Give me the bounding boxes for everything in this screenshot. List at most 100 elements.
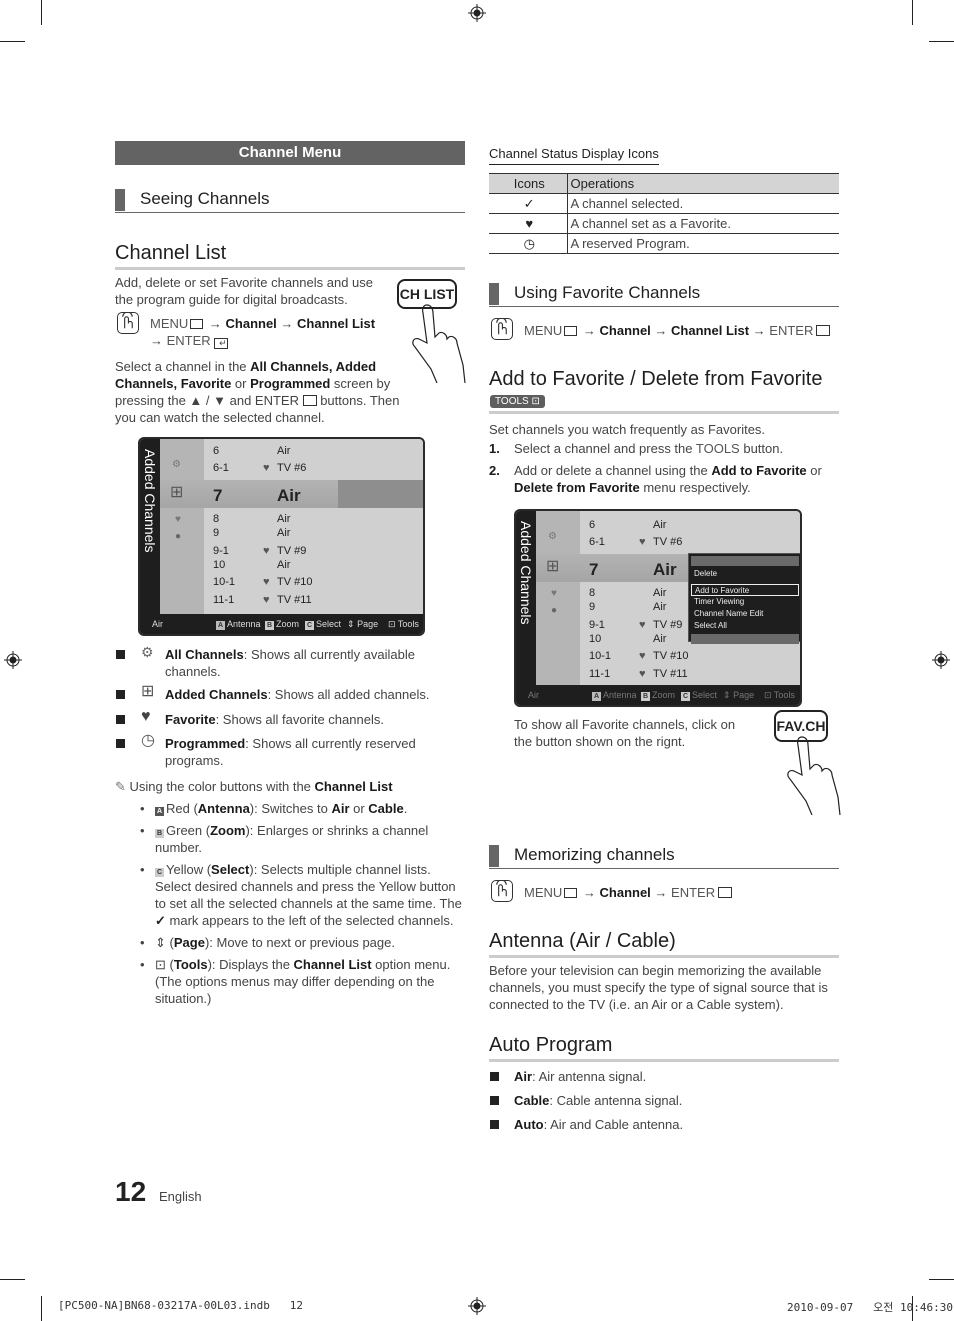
- tools-popup-menu: Delete Add to Favorite Timer Viewing Channe…: [688, 553, 800, 644]
- channel-number: 8: [589, 587, 596, 599]
- all-channels-icon: ⚙: [141, 644, 154, 660]
- menu-grid-icon: [564, 888, 578, 898]
- heading-text: Seeing Channels: [140, 189, 270, 208]
- source-label: Air: [152, 619, 163, 629]
- popup-menu-item[interactable]: Delete: [691, 568, 799, 580]
- channel-name: TV #9: [277, 545, 307, 557]
- page-arrows-icon: ⇕: [155, 935, 166, 950]
- added-channels-icon: ⊞: [141, 683, 155, 700]
- channel-name: TV #6: [277, 462, 307, 474]
- channel-number: 9: [589, 601, 596, 613]
- bullet-added-channels: ⊞ Added Channels: Shows all added channe…: [115, 683, 465, 703]
- mode-icons-column: [536, 511, 580, 685]
- page-button[interactable]: ⇕ Page: [347, 614, 378, 634]
- using-favorite-heading: Using Favorite Channels: [489, 283, 839, 307]
- favorite-icon[interactable]: ♥: [551, 588, 557, 599]
- crop-mark: [41, 1296, 42, 1321]
- color-buttons-note: ✎ Using the color buttons with the Chann…: [115, 779, 393, 794]
- heading-text: Memorizing channels: [514, 845, 675, 864]
- list-item: Air: Air antenna signal.: [489, 1068, 839, 1092]
- a-key-icon: A: [592, 692, 601, 701]
- select-button[interactable]: C Select: [305, 614, 341, 634]
- popup-menu-item[interactable]: Select All: [691, 620, 799, 632]
- registration-mark-icon: [4, 651, 22, 669]
- b-key-icon: B: [155, 829, 164, 838]
- channel-number: 6: [589, 519, 596, 531]
- antenna-button[interactable]: A Antenna: [592, 685, 637, 705]
- channel-number: 7: [213, 486, 223, 505]
- menu-hand-icon: [491, 317, 513, 340]
- checkmark-icon: ✓: [155, 913, 166, 928]
- bullet-dot: •: [140, 862, 145, 877]
- clock-icon: ◷: [489, 233, 568, 254]
- heart-icon: ♥: [141, 708, 151, 725]
- channel-name: TV #9: [653, 619, 683, 631]
- favorite-icon[interactable]: ♥: [175, 514, 181, 525]
- zoom-button[interactable]: B Zoom: [641, 685, 675, 705]
- bullet-dot: •: [140, 823, 145, 838]
- bullet-all-channels: ⚙ All Channels: Shows all currently avai…: [115, 644, 465, 680]
- channel-name: TV #10: [277, 576, 313, 588]
- crop-mark: [0, 41, 25, 42]
- page-arrows-icon: ⇕: [723, 690, 731, 700]
- enter-icon: [718, 887, 733, 898]
- channel-number: 6-1: [589, 536, 605, 548]
- auto-program-list: Air: Air antenna signal. Cable: Cable an…: [489, 1068, 839, 1140]
- channel-name: TV #6: [653, 536, 683, 548]
- b-key-icon: B: [641, 692, 650, 701]
- programmed-icon[interactable]: ●: [175, 531, 181, 542]
- channel-list-title: Channel List: [115, 242, 465, 270]
- programmed-icon[interactable]: ●: [551, 605, 557, 616]
- step-2: 2. Add or delete a channel using the Add…: [489, 463, 822, 495]
- menu-grid-icon: [564, 326, 578, 336]
- timer-icon: ◷: [141, 732, 155, 749]
- b-key-icon: B: [265, 621, 274, 630]
- bullet-green: • B Green (Zoom): Enlarges or shrinks a c…: [140, 823, 429, 855]
- status-icons-table: Icons Operations ✓ A channel selected. ♥ A…: [489, 173, 839, 254]
- operation-text: A channel selected.: [567, 193, 839, 214]
- tools-button[interactable]: ⊡ Tools: [764, 685, 795, 705]
- popup-band: [691, 634, 799, 644]
- a-key-icon: A: [155, 807, 164, 816]
- mode-icons-column: [160, 439, 204, 614]
- added-channels-icon[interactable]: ⊞: [546, 556, 559, 576]
- added-channels-icon[interactable]: ⊞: [170, 482, 183, 502]
- c-key-icon: C: [155, 868, 164, 877]
- pointing-hand-icon: [787, 736, 841, 815]
- menu-path-channel-list: MENU → Channel → Channel List → ENTER ↵: [150, 316, 376, 349]
- memorizing-heading: Memorizing channels: [489, 845, 839, 869]
- all-channels-icon: ⚙: [172, 459, 181, 470]
- channel-name: Air: [277, 486, 301, 505]
- zoom-button[interactable]: B Zoom: [265, 614, 299, 634]
- heart-icon: ♥: [639, 650, 646, 662]
- channel-name: Air: [653, 519, 667, 531]
- enter-icon: [816, 325, 831, 336]
- heading-bar: [115, 189, 125, 211]
- antenna-button[interactable]: A Antenna: [216, 614, 261, 634]
- bullet-programmed: ◷ Programmed: Shows all currently reserv…: [115, 732, 435, 769]
- bullet-dot: •: [140, 935, 145, 950]
- bullet-square: [490, 1120, 499, 1129]
- selected-row-highlight-right: [338, 480, 423, 508]
- tools-button[interactable]: ⊡ Tools: [388, 614, 419, 634]
- heart-icon: ♥: [263, 576, 270, 588]
- heading-bar: [489, 845, 499, 867]
- channel-number: 10: [213, 559, 226, 571]
- favorite-screen: Added Channels ⚙ ⊞ ♥ ● 6 Air 6-1 ♥ TV #6 7 Air…: [514, 509, 802, 707]
- page-language: English: [159, 1189, 202, 1204]
- all-channels-icon: ⚙: [548, 531, 557, 542]
- channel-number: 9-1: [213, 545, 229, 557]
- bullet-dot: •: [140, 801, 145, 816]
- channel-name: TV #11: [653, 668, 688, 680]
- list-item: Cable: Cable antenna signal.: [489, 1092, 839, 1116]
- step-1: 1. Select a channel and press the TOOLS …: [489, 441, 784, 456]
- popup-menu-item[interactable]: Channel Name Edit: [691, 608, 799, 620]
- screen-footer: Air A Antenna B Zoom C Select ⇕ Page ⊡ Tool…: [516, 685, 800, 705]
- channel-name: TV #11: [277, 594, 312, 606]
- print-timestamp: 2010-09-07 오전 10:46:30: [787, 1301, 953, 1314]
- page-button[interactable]: ⇕ Page: [723, 685, 754, 705]
- popup-menu-item[interactable]: Timer Viewing: [691, 596, 799, 608]
- popup-menu-item[interactable]: Add to Favorite: [691, 584, 799, 596]
- select-button[interactable]: C Select: [681, 685, 717, 705]
- channel-name: TV #10: [653, 650, 689, 662]
